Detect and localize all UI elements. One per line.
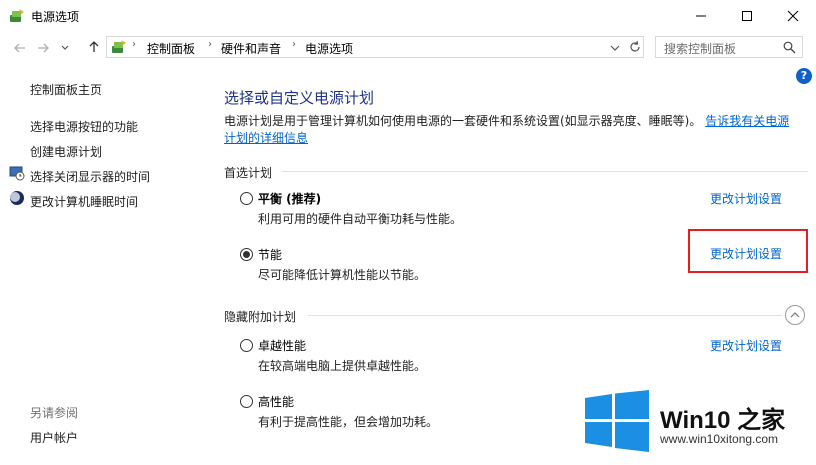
breadcrumb-hardware-sound[interactable]: 硬件和声音 bbox=[221, 40, 281, 57]
breadcrumb-control-panel[interactable]: 控制面板 bbox=[147, 40, 195, 57]
power-options-icon bbox=[10, 9, 24, 22]
back-arrow-icon bbox=[14, 43, 25, 53]
address-bar[interactable]: › 控制面板 › 硬件和声音 › 电源选项 bbox=[106, 36, 644, 58]
close-icon bbox=[787, 10, 799, 21]
plan-power-saver-description: 尽可能降低计算机性能以节能。 bbox=[258, 268, 427, 282]
address-dropdown-icon[interactable] bbox=[610, 43, 620, 53]
sidebar-item-power-button[interactable]: 选择电源按钮的功能 bbox=[30, 118, 138, 135]
windows-logo-icon bbox=[585, 390, 649, 452]
plan-ultimate-radio[interactable] bbox=[240, 339, 253, 352]
plan-high-performance-name[interactable]: 高性能 bbox=[258, 393, 294, 410]
title-bar: 电源选项 bbox=[0, 0, 816, 31]
chevron-down-icon bbox=[61, 45, 69, 50]
up-button[interactable] bbox=[86, 39, 102, 55]
minimize-icon bbox=[696, 15, 706, 16]
maximize-icon bbox=[742, 10, 752, 21]
divider bbox=[282, 171, 808, 172]
minimize-button[interactable] bbox=[678, 0, 724, 31]
up-arrow-icon bbox=[89, 41, 99, 52]
forward-arrow-icon bbox=[38, 43, 49, 53]
divider bbox=[308, 315, 782, 316]
breadcrumb-separator-icon: › bbox=[292, 39, 296, 50]
plan-balanced-description: 利用可用的硬件自动平衡功耗与性能。 bbox=[258, 212, 463, 226]
description-text: 电源计划是用于管理计算机如何使用电源的一套硬件和系统设置(如显示器亮度、睡眠等)… bbox=[224, 114, 702, 128]
back-button[interactable] bbox=[12, 40, 28, 56]
watermark-brand: Win10 之家 bbox=[660, 407, 786, 434]
plan-balanced-change-link[interactable]: 更改计划设置 bbox=[710, 190, 782, 207]
watermark-url: www.win10xitong.com bbox=[660, 432, 779, 446]
plan-balanced-name[interactable]: 平衡 (推荐) bbox=[258, 190, 321, 207]
highlight-box bbox=[688, 229, 808, 273]
page-description: 电源计划是用于管理计算机如何使用电源的一套硬件和系统设置(如显示器亮度、睡眠等)… bbox=[224, 113, 799, 147]
sidebar-home-link[interactable]: 控制面板主页 bbox=[30, 81, 102, 98]
sidebar-item-user-accounts[interactable]: 用户帐户 bbox=[30, 429, 78, 446]
sidebar-item-sleep-time[interactable]: 更改计算机睡眠时间 bbox=[30, 193, 138, 210]
display-clock-icon bbox=[9, 166, 25, 181]
preferred-plans-heading: 首选计划 bbox=[224, 166, 273, 180]
collapse-button[interactable] bbox=[785, 305, 805, 325]
search-icon[interactable] bbox=[783, 41, 796, 54]
breadcrumb-power-options[interactable]: 电源选项 bbox=[305, 40, 353, 57]
maximize-button[interactable] bbox=[724, 0, 770, 31]
plan-ultimate-description: 在较高端电脑上提供卓越性能。 bbox=[258, 359, 427, 373]
plan-ultimate-name[interactable]: 卓越性能 bbox=[258, 337, 306, 354]
forward-button[interactable] bbox=[35, 40, 51, 56]
breadcrumb-separator-icon: › bbox=[132, 39, 136, 50]
recent-locations-button[interactable] bbox=[57, 40, 73, 56]
plan-balanced-radio[interactable] bbox=[240, 192, 253, 205]
sidebar-item-create-plan[interactable]: 创建电源计划 bbox=[30, 143, 102, 160]
plan-ultimate-change-link[interactable]: 更改计划设置 bbox=[710, 337, 782, 354]
plan-power-saver-radio[interactable] bbox=[240, 248, 253, 261]
moon-sleep-icon bbox=[10, 191, 24, 205]
window-title: 电源选项 bbox=[31, 10, 80, 24]
control-panel-icon bbox=[112, 40, 126, 53]
hidden-plans-heading: 隐藏附加计划 bbox=[224, 310, 297, 324]
close-button[interactable] bbox=[770, 0, 816, 31]
refresh-icon[interactable] bbox=[628, 40, 642, 54]
search-input[interactable]: 搜索控制面板 bbox=[655, 36, 803, 58]
search-placeholder: 搜索控制面板 bbox=[664, 42, 737, 56]
plan-high-performance-radio[interactable] bbox=[240, 395, 253, 408]
help-icon[interactable]: ? bbox=[796, 68, 812, 84]
plan-power-saver-name[interactable]: 节能 bbox=[258, 246, 282, 263]
sidebar-item-display-off[interactable]: 选择关闭显示器的时间 bbox=[30, 168, 150, 185]
see-also-heading: 另请参阅 bbox=[30, 406, 79, 420]
page-title: 选择或自定义电源计划 bbox=[224, 89, 375, 107]
chevron-up-icon bbox=[790, 312, 800, 318]
breadcrumb-separator-icon: › bbox=[208, 39, 212, 50]
plan-high-performance-description: 有利于提高性能，但会增加功耗。 bbox=[258, 415, 439, 429]
